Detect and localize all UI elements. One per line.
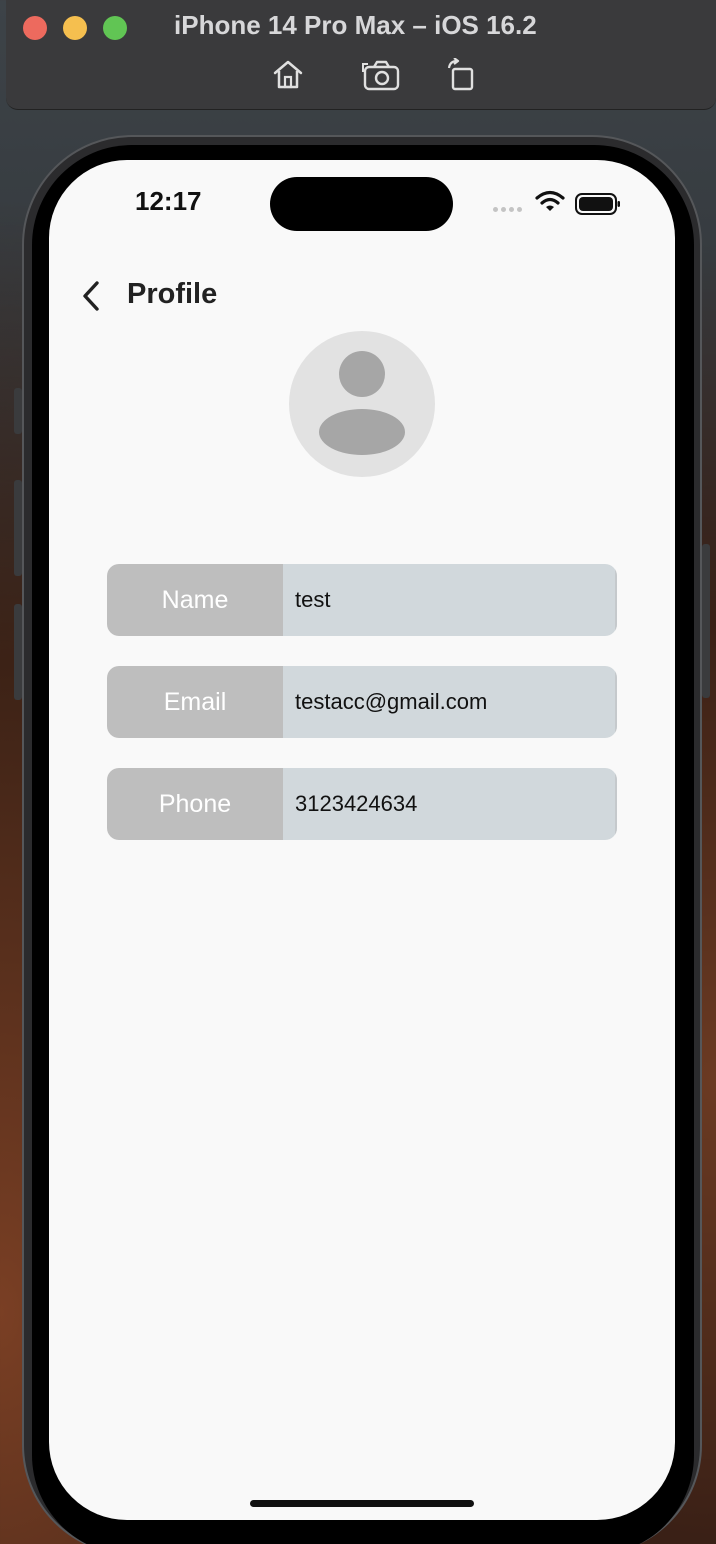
window-minimize-button[interactable] xyxy=(63,16,87,40)
phone-label: Phone xyxy=(107,768,283,840)
volume-up-button xyxy=(14,480,22,576)
email-label: Email xyxy=(107,666,283,738)
dynamic-island xyxy=(270,177,453,231)
name-value[interactable]: test xyxy=(283,564,617,636)
battery-icon xyxy=(575,193,621,220)
wifi-icon xyxy=(535,190,565,217)
status-time: 12:17 xyxy=(135,186,202,216)
screenshot-icon[interactable] xyxy=(362,58,402,97)
person-placeholder-icon xyxy=(319,351,405,455)
rotate-icon[interactable] xyxy=(444,57,478,97)
avatar[interactable] xyxy=(289,331,435,477)
home-icon[interactable] xyxy=(272,58,304,97)
name-label: Name xyxy=(107,564,283,636)
name-field: Name test xyxy=(107,564,617,636)
phone-value[interactable]: 3123424634 xyxy=(283,768,617,840)
home-indicator[interactable] xyxy=(250,1500,474,1507)
simulator-toolbar: iPhone 14 Pro Max – iOS 16.2 xyxy=(6,0,716,110)
page-title: Profile xyxy=(127,278,218,310)
phone-field: Phone 3123424634 xyxy=(107,768,617,840)
window-zoom-button[interactable] xyxy=(103,16,127,40)
window-close-button[interactable] xyxy=(23,16,47,40)
mute-switch xyxy=(14,388,22,434)
signal-dots-icon xyxy=(493,207,522,212)
device-screen: 12:17 Profile Name test Email testacc@gm… xyxy=(49,160,675,1520)
email-field: Email testacc@gmail.com xyxy=(107,666,617,738)
email-value[interactable]: testacc@gmail.com xyxy=(283,666,617,738)
volume-down-button xyxy=(14,604,22,700)
simulator-title: iPhone 14 Pro Max – iOS 16.2 xyxy=(174,10,537,40)
power-button xyxy=(702,544,710,698)
chevron-left-icon[interactable] xyxy=(77,280,107,314)
